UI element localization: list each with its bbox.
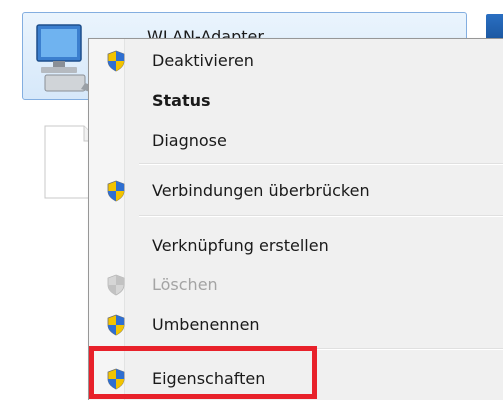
menu-item-delete: Löschen (89, 267, 503, 303)
menu-item-status[interactable]: Status (89, 83, 503, 119)
uac-shield-icon (107, 274, 125, 296)
menu-item-diagnose[interactable]: Diagnose (89, 123, 503, 159)
menu-item-create-shortcut[interactable]: Verknüpfung erstellen (89, 228, 503, 264)
menu-item-bridge-connections[interactable]: Verbindungen überbrücken (89, 173, 503, 209)
highlight-annotation (89, 346, 317, 399)
menu-separator (139, 163, 503, 165)
uac-shield-icon (107, 180, 125, 202)
uac-shield-icon (107, 50, 125, 72)
menu-item-deactivate[interactable]: Deaktivieren (89, 43, 503, 79)
menu-separator (139, 215, 503, 217)
menu-item-rename[interactable]: Umbenennen (89, 307, 503, 343)
uac-shield-icon (107, 314, 125, 336)
